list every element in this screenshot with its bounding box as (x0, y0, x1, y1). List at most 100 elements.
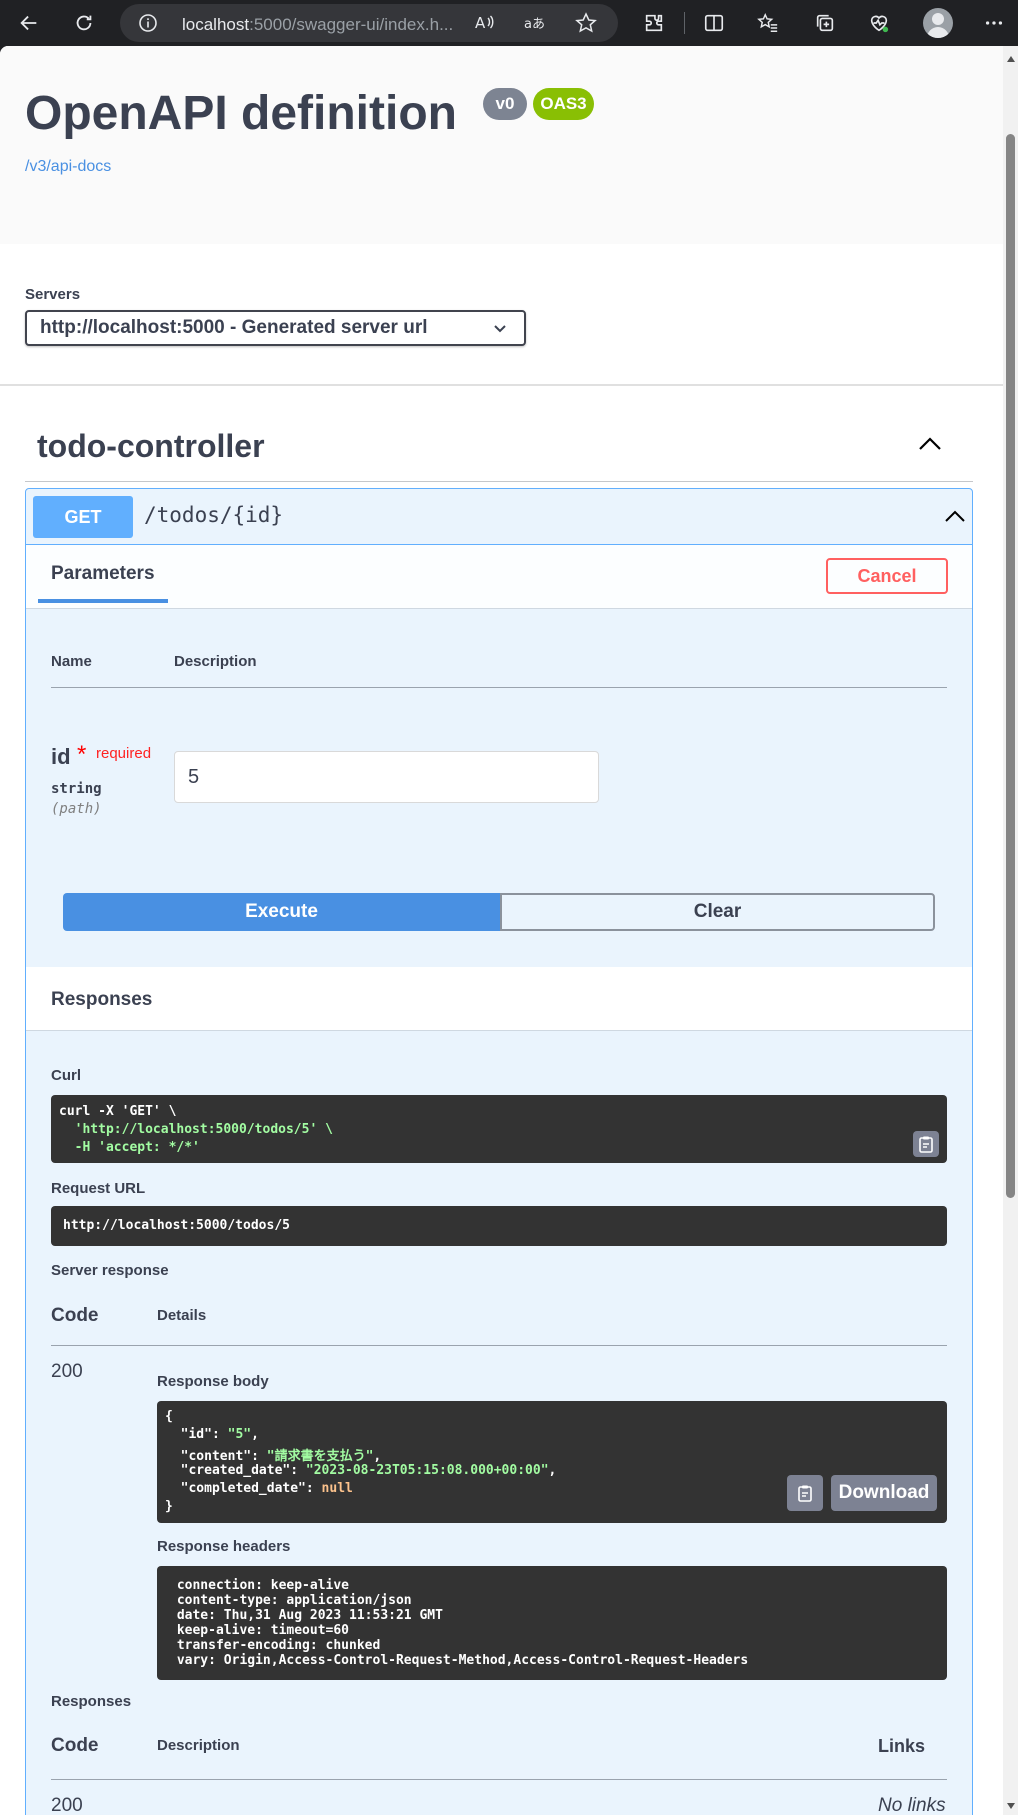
json-line: "content": "請求書を支払う", (180, 1449, 382, 1464)
col-description-header: Description (174, 653, 257, 670)
json-key: "content" (180, 1449, 252, 1464)
request-url-block[interactable]: http://localhost:5000/todos/5 (51, 1206, 947, 1246)
curl-line: 'http://localhost:5000/todos/5' \ (59, 1122, 333, 1137)
back-icon[interactable] (12, 6, 46, 40)
page-viewport: OpenAPI definition v0 OAS3 /v3/api-docs … (0, 46, 1003, 1815)
json-line: "completed_date": null (180, 1481, 353, 1496)
copy-curl-button[interactable] (913, 1131, 939, 1157)
divider (51, 687, 947, 688)
api-title: OpenAPI definition (25, 87, 457, 140)
read-aloud-icon[interactable]: A (473, 12, 495, 34)
parameters-header: Parameters Cancel (26, 545, 972, 609)
cancel-button[interactable]: Cancel (826, 558, 948, 594)
copy-response-button[interactable] (787, 1475, 823, 1511)
execute-button[interactable]: Execute (63, 893, 500, 931)
download-button[interactable]: Download (831, 1475, 937, 1511)
col-code-header: Code (51, 1735, 99, 1756)
response-body-label: Response body (157, 1373, 269, 1390)
curl-line: curl -X 'GET' \ (59, 1104, 176, 1119)
clear-button[interactable]: Clear (500, 893, 935, 931)
profile-avatar[interactable] (923, 8, 953, 38)
vertical-scrollbar[interactable] (1003, 46, 1018, 1815)
param-type: string (51, 781, 102, 797)
api-docs-link[interactable]: /v3/api-docs (25, 158, 111, 176)
curl-line-3: -H 'accept: */*' (59, 1140, 200, 1155)
curl-line-1: curl -X 'GET' \ (59, 1104, 177, 1119)
json-close-brace: } (165, 1499, 173, 1514)
request-url-label: Request URL (51, 1180, 146, 1197)
col-description-header: Description (157, 1737, 240, 1754)
favorites-icon[interactable] (751, 6, 785, 40)
curl-line: -H 'accept: */*' (59, 1140, 200, 1155)
api-info: OpenAPI definition v0 OAS3 /v3/api-docs (0, 46, 1003, 244)
param-id-input[interactable]: 5 (174, 751, 599, 803)
operation-path: /todos/{id} (144, 503, 284, 527)
header-line: transfer-encoding: chunked (169, 1638, 389, 1653)
param-name: id (51, 744, 71, 769)
header-line: date: Thu,31 Aug 2023 11:53:21 GMT (169, 1608, 451, 1623)
operation-summary[interactable]: GET /todos/{id} (26, 489, 972, 545)
servers-section: Servers http://localhost:5000 - Generate… (0, 244, 1003, 386)
chevron-down-icon (494, 325, 506, 333)
divider (51, 1345, 947, 1346)
col-details-header: Details (157, 1307, 207, 1324)
json-value: "5" (227, 1427, 252, 1442)
scroll-down-arrow[interactable] (1007, 1803, 1015, 1809)
svg-text:A: A (475, 14, 486, 32)
url-text[interactable]: localhost:5000/swagger-ui/index.h... (182, 15, 453, 35)
curl-label: Curl (51, 1067, 81, 1084)
responses-header: Responses (26, 967, 972, 1031)
required-label: required (96, 745, 152, 762)
toolbar-divider (684, 12, 685, 34)
scrollbar-thumb[interactable] (1006, 134, 1015, 1198)
json-value: "請求書を支払う" (266, 1449, 374, 1464)
responses-title: Responses (51, 989, 153, 1010)
header-line: vary: Origin,Access-Control-Request-Meth… (169, 1653, 756, 1668)
oas-badge: OAS3 (533, 88, 594, 120)
json-open-brace: { (165, 1409, 173, 1424)
col-name-header: Name (51, 653, 92, 670)
col-code-header: Code (51, 1305, 99, 1326)
operation-block: GET /todos/{id} Parameters Cancel Name D… (25, 488, 973, 1815)
curl-block[interactable]: curl -X 'GET' \ 'http://localhost:5000/t… (51, 1095, 947, 1163)
server-response-label: Server response (51, 1262, 169, 1279)
site-info-icon[interactable] (138, 13, 158, 33)
split-screen-icon[interactable] (697, 6, 731, 40)
chevron-up-icon[interactable] (944, 507, 966, 525)
server-select[interactable]: http://localhost:5000 - Generated server… (25, 310, 526, 346)
json-line: "id": "5", (180, 1427, 259, 1442)
clipboard-icon (919, 1136, 933, 1153)
request-url: http://localhost:5000/todos/5 (63, 1218, 290, 1233)
header-line: keep-alive: timeout=60 (169, 1623, 357, 1638)
required-star: * (77, 741, 87, 768)
json-key: "id" (180, 1427, 212, 1442)
tag-title: todo-controller (37, 428, 265, 464)
favorite-star-icon[interactable] (575, 12, 597, 34)
translate-icon[interactable]: aあ (523, 12, 545, 34)
browser-toolbar: localhost:5000/swagger-ui/index.h... A a… (0, 0, 1018, 46)
col-links-header: Links (878, 1736, 926, 1756)
tag-header[interactable]: todo-controller (25, 406, 973, 482)
svg-text:aあ: aあ (524, 17, 545, 32)
address-bar[interactable]: localhost:5000/swagger-ui/index.h... A a… (120, 4, 618, 42)
param-location: (path) (51, 801, 102, 817)
response-code: 200 (51, 1361, 83, 1382)
browser-essentials-icon[interactable] (862, 6, 896, 40)
collections-icon[interactable] (808, 6, 842, 40)
execute-button-row: Execute Clear (63, 893, 935, 931)
servers-label: Servers (25, 286, 81, 303)
extensions-icon[interactable] (637, 6, 671, 40)
version-badge: v0 (483, 88, 527, 120)
http-method-badge: GET (33, 496, 133, 538)
clipboard-icon (798, 1485, 812, 1502)
doc-response-code: 200 (51, 1795, 83, 1815)
responses-doc-label: Responses (51, 1693, 132, 1710)
tab-parameters[interactable]: Parameters (38, 563, 168, 603)
scroll-up-arrow[interactable] (1007, 56, 1015, 62)
response-headers-block[interactable]: connection: keep-alive content-type: app… (157, 1566, 947, 1680)
chevron-up-icon[interactable] (917, 434, 943, 454)
refresh-icon[interactable] (67, 6, 101, 40)
more-menu-icon[interactable] (977, 6, 1011, 40)
json-line: "created_date": "2023-08-23T05:15:08.000… (180, 1463, 557, 1478)
response-body-block[interactable]: { "id": "5", "content": "請求書を支払う", "crea… (157, 1401, 947, 1523)
